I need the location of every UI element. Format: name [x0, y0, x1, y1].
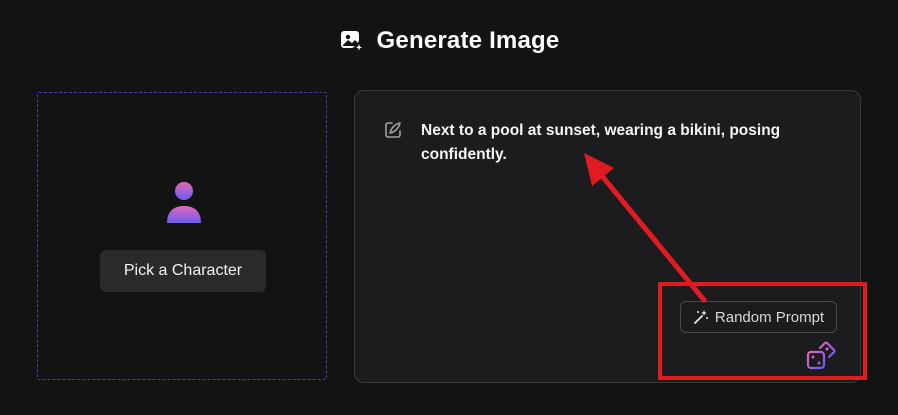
image-sparkle-icon	[339, 28, 365, 54]
pick-character-button[interactable]: Pick a Character	[100, 250, 266, 292]
random-prompt-button[interactable]: Random Prompt	[680, 301, 837, 333]
prompt-text[interactable]: Next to a pool at sunset, wearing a biki…	[421, 119, 821, 167]
edit-pen-icon	[383, 120, 403, 140]
dice-icon[interactable]	[805, 340, 837, 372]
generate-image-page: Generate Image Pick a Character Next to …	[0, 0, 898, 415]
page-header: Generate Image	[0, 24, 898, 58]
random-prompt-label: Random Prompt	[714, 308, 825, 326]
user-avatar-icon	[165, 181, 203, 225]
character-picker-panel[interactable]: Pick a Character	[37, 92, 327, 380]
prompt-panel[interactable]: Next to a pool at sunset, wearing a biki…	[354, 90, 861, 383]
magic-wand-icon	[693, 309, 709, 325]
page-title: Generate Image	[376, 27, 560, 54]
